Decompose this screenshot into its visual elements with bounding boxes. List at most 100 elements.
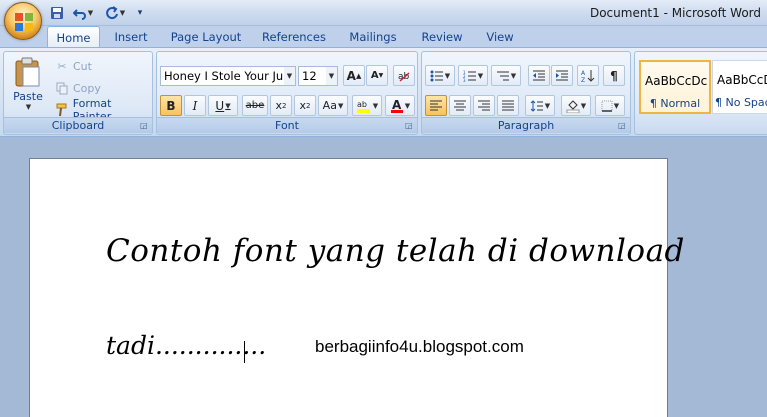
dialog-launcher-icon[interactable]: ◲ [140, 121, 150, 131]
borders-icon[interactable]: ▼ [595, 95, 625, 116]
document-line-1[interactable]: Contoh font yang telah di download [106, 233, 685, 269]
style-no-spacing[interactable]: AaBbCcDc ¶ No Spaci [712, 60, 767, 114]
grow-font-icon[interactable]: A ▲ [343, 65, 365, 86]
window-title: Document1 - Microsoft Word [589, 6, 761, 20]
title-bar: ▼ ▼ ▾ Document1 - Microsoft Word [0, 0, 767, 26]
tab-page-layout[interactable]: Page Layout [164, 26, 248, 48]
tab-home[interactable]: Home [47, 26, 100, 48]
underline-icon[interactable]: U ▼ [208, 95, 238, 116]
highlight-icon[interactable]: ab ▼ [352, 95, 382, 116]
justify-icon[interactable] [497, 95, 519, 116]
decrease-indent-icon[interactable] [528, 65, 550, 86]
redo-button[interactable]: ▼ [102, 4, 128, 22]
tab-references[interactable]: References [256, 26, 332, 48]
style-sample: AaBbCcDc [717, 73, 767, 87]
line-spacing-icon[interactable]: ▼ [525, 95, 555, 116]
blog-watermark: berbagiinfo4u.blogspot.com [315, 337, 524, 356]
font-family-combo[interactable]: Honey I Stole Your Jum ▼ [160, 66, 296, 86]
paragraph-group: ▼ 123 ▼ ▼ AZ ¶ ▼ ▼ ▼ Paragraph ◲ [421, 51, 631, 135]
bold-icon[interactable]: B [160, 95, 182, 116]
svg-text:ab: ab [357, 100, 367, 109]
redo-icon [105, 6, 118, 20]
copy-icon [54, 82, 70, 95]
svg-text:A: A [581, 70, 586, 77]
scissors-icon: ✂ [57, 59, 67, 73]
font-size-value: 12 [302, 69, 317, 83]
text-cursor [244, 341, 245, 363]
subscript-icon[interactable]: x2 [270, 95, 292, 116]
font-family-value: Honey I Stole Your Jum [164, 69, 295, 83]
tab-review[interactable]: Review [414, 26, 470, 48]
chevron-down-icon[interactable]: ▼ [120, 9, 125, 17]
italic-icon[interactable]: I [184, 95, 206, 116]
svg-text:A: A [392, 98, 402, 112]
chevron-down-icon[interactable]: ▼ [614, 102, 619, 110]
chevron-down-icon[interactable]: ▼ [478, 72, 483, 80]
office-button[interactable] [4, 2, 42, 40]
chevron-down-icon[interactable]: ▼ [511, 72, 516, 80]
customize-icon[interactable]: ▾ [134, 4, 146, 22]
shading-icon[interactable]: ▼ [561, 95, 591, 116]
clipboard-group: Paste ▼ ✂ Cut Copy Format Painter Clipbo… [3, 51, 153, 135]
document-page[interactable]: Contoh font yang telah di download tadi.… [29, 158, 684, 417]
style-name: ¶ Normal [649, 97, 701, 110]
dialog-launcher-icon[interactable]: ◲ [618, 121, 628, 131]
chevron-down-icon[interactable]: ▼ [405, 102, 410, 110]
save-icon[interactable] [48, 4, 66, 22]
sort-icon[interactable]: AZ [577, 65, 599, 86]
chevron-down-icon[interactable]: ▼ [88, 9, 93, 17]
increase-indent-icon[interactable] [551, 65, 573, 86]
chevron-down-icon[interactable]: ▼ [338, 102, 343, 110]
font-color-icon[interactable]: A ▼ [385, 95, 415, 116]
clear-formatting-icon[interactable]: ab [393, 65, 415, 86]
font-group: Honey I Stole Your Jum ▼ 12 ▼ A▲ A▼ ab B… [156, 51, 418, 135]
chevron-down-icon[interactable]: ▼ [445, 72, 450, 80]
tab-insert[interactable]: Insert [106, 26, 156, 48]
tab-view[interactable]: View [478, 26, 522, 48]
copy-button[interactable]: Copy [54, 80, 101, 96]
style-normal[interactable]: AaBbCcDc ¶ Normal [639, 60, 711, 114]
undo-icon [72, 9, 86, 20]
dialog-launcher-icon[interactable]: ◲ [405, 121, 415, 131]
align-center-icon[interactable] [449, 95, 471, 116]
cut-label: Cut [73, 59, 92, 73]
svg-text:Z: Z [581, 77, 585, 83]
clipboard-icon [15, 57, 40, 87]
chevron-down-icon[interactable]: ▼ [284, 67, 295, 85]
shrink-font-icon[interactable]: A ▼ [366, 65, 388, 86]
chevron-down-icon[interactable]: ▼ [26, 103, 31, 111]
document-area: Contoh font yang telah di download tadi.… [0, 137, 767, 417]
document-line-2[interactable]: tadi.............. [106, 331, 266, 360]
tab-mailings[interactable]: Mailings [340, 26, 406, 48]
copy-label: Copy [73, 81, 101, 95]
svg-text:3: 3 [463, 78, 466, 82]
superscript-icon[interactable]: x2 [294, 95, 316, 116]
align-right-icon[interactable] [473, 95, 495, 116]
style-name: ¶ No Spaci [715, 96, 767, 109]
chevron-down-icon[interactable]: ▼ [545, 102, 550, 110]
strikethrough-icon[interactable]: abe [242, 95, 268, 116]
paintbrush-icon [54, 103, 70, 117]
align-left-icon[interactable] [425, 95, 447, 116]
format-painter-button[interactable]: Format Painter [54, 97, 152, 123]
pilcrow-icon[interactable]: ¶ [603, 65, 625, 86]
multilevel-list-icon[interactable]: ▼ [491, 65, 521, 86]
paste-label: Paste [13, 90, 43, 103]
paste-button[interactable]: Paste ▼ [8, 56, 48, 116]
style-sample: AaBbCcDc [645, 74, 708, 88]
ribbon-tabs: Home Insert Page Layout References Maili… [0, 26, 767, 48]
ribbon: Paste ▼ ✂ Cut Copy Format Painter Clipbo… [0, 47, 767, 137]
change-case-icon[interactable]: Aa ▼ [318, 95, 348, 116]
numbering-icon[interactable]: 123 ▼ [458, 65, 488, 86]
cut-button[interactable]: ✂ Cut [54, 58, 92, 74]
chevron-down-icon[interactable]: ▼ [326, 67, 337, 85]
chevron-down-icon[interactable]: ▼ [225, 102, 230, 110]
undo-button[interactable]: ▼ [70, 4, 96, 22]
paragraph-group-label: Paragraph [422, 117, 630, 133]
chevron-down-icon[interactable]: ▼ [581, 102, 586, 110]
chevron-down-icon[interactable]: ▼ [373, 102, 378, 110]
styles-group: AaBbCcDc ¶ Normal AaBbCcDc ¶ No Spaci [634, 51, 767, 135]
bullets-icon[interactable]: ▼ [425, 65, 455, 86]
font-group-label: Font [157, 117, 417, 133]
font-size-combo[interactable]: 12 ▼ [298, 66, 338, 86]
